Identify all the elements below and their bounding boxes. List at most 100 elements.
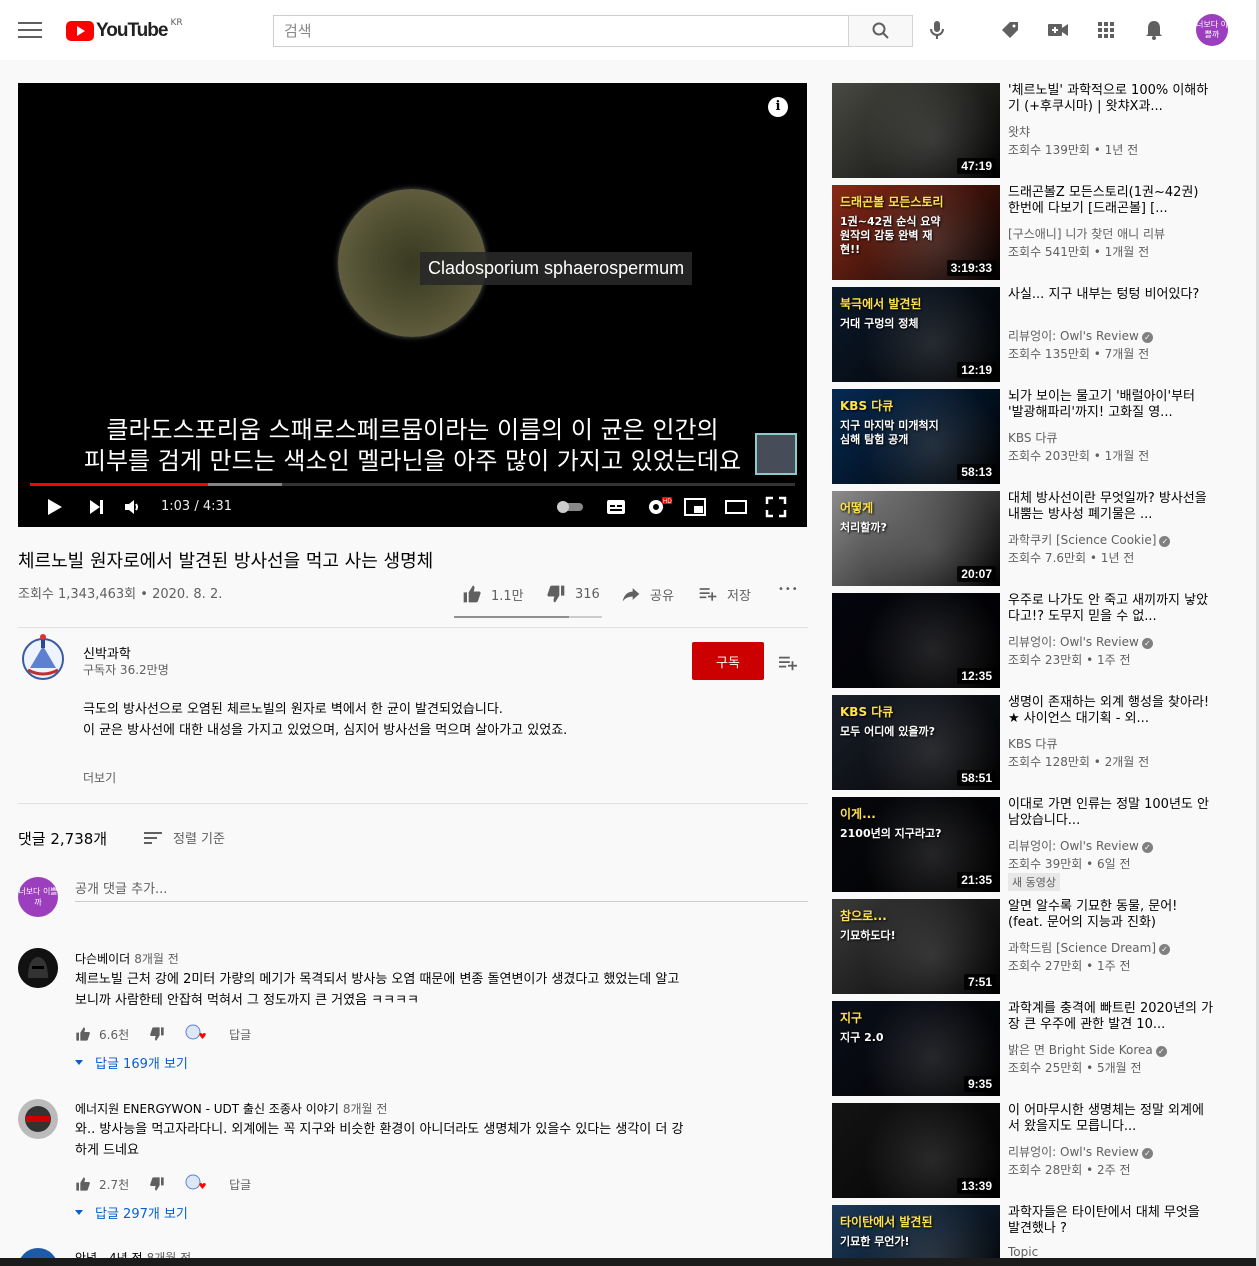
video-thumbnail[interactable]: KBS 다큐 모두 어디에 있을까? 58:51 [832, 695, 1000, 790]
recommended-video[interactable]: 13:39 이 어마무시한 생명체는 정말 외계에서 왔을지도 모릅니다... 리뷰… [832, 1103, 1242, 1198]
thumbnail-text: 지구 2.0 [840, 1031, 884, 1044]
video-thumbnail[interactable]: 참으로... 기묘하도다! 7:51 [832, 899, 1000, 994]
dislike-button[interactable]: 316 [545, 584, 600, 604]
comment-avatar[interactable] [18, 1099, 58, 1139]
recommended-video[interactable]: 12:35 우주로 나가도 안 죽고 새끼까지 낳았다고!? 도무지 믿을 수 없… [832, 593, 1242, 688]
recommended-video[interactable]: 북극에서 발견된 거대 구멍의 정체 12:19 사실... 지구 내부는 텅텅 비어… [832, 287, 1242, 382]
play-icon[interactable] [42, 495, 66, 519]
save-button[interactable]: 저장 [697, 584, 751, 604]
video-thumbnail[interactable]: 12:35 [832, 593, 1000, 688]
recommended-video[interactable]: 47:19 '체르노빌' 과학적으로 100% 이해하기 (+후쿠시마) | 왓챠… [832, 83, 1242, 178]
recommended-channel[interactable]: 왓챠 [1008, 123, 1030, 140]
next-icon[interactable] [84, 495, 108, 519]
recommended-video-title[interactable]: 뇌가 보이는 물고기 '배럴아이'부터 '발광해파리'까지! 고화질 영... [1008, 389, 1214, 421]
video-thumbnail[interactable]: 어떻게 처리할까? 20:07 [832, 491, 1000, 586]
thumbs-up-icon[interactable] [75, 1176, 91, 1192]
recommended-channel[interactable]: Topic [1008, 1245, 1038, 1259]
recommended-video[interactable]: 참으로... 기묘하도다! 7:51 알면 알수록 기묘한 동물, 문어! (feat… [832, 899, 1242, 994]
channel-avatar[interactable] [20, 632, 66, 682]
species-caption: Cladosporium sphaerospermum [420, 252, 693, 285]
recommended-video[interactable]: 타이탄에서 발견된 기묘한 무언가! 과학자들은 타이탄에서 대체 무엇을 발견했나… [832, 1205, 1242, 1266]
comment-author[interactable]: 에너지원 ENERGYWON - UDT 출신 조종사 이야기 8개월 전 [75, 1100, 387, 1117]
recommended-video[interactable]: KBS 다큐 지구 마지막 미개척지 심해 탐험 공개 58:13 뇌가 보이는 물고… [832, 389, 1242, 484]
recommended-video-title[interactable]: 이 어마무시한 생명체는 정말 외계에서 왔을지도 모릅니다... [1008, 1103, 1214, 1135]
menu-icon[interactable] [18, 19, 42, 41]
apps-grid-icon[interactable] [1094, 18, 1118, 42]
video-player[interactable]: Cladosporium sphaerospermum i 클라도스포리움 스패… [18, 83, 807, 527]
search-input[interactable] [274, 16, 849, 46]
settings-gear-icon[interactable]: HD [644, 495, 672, 519]
thumbs-down-icon[interactable] [149, 1026, 165, 1042]
recommended-video[interactable]: 어떻게 처리할까? 20:07 대체 방사선이란 무엇일까? 방사선을 내뿜는 방사성… [832, 491, 1242, 586]
tag-icon[interactable] [998, 18, 1022, 42]
miniplayer-icon[interactable] [683, 495, 707, 519]
sort-comments-button[interactable]: 정렬 기준 [143, 828, 225, 847]
recommended-video-title[interactable]: 사실... 지구 내부는 텅텅 비어있다? [1008, 287, 1214, 303]
reply-button[interactable]: 답글 [229, 1026, 251, 1043]
add-to-queue-icon[interactable] [777, 654, 799, 672]
recommended-video-title[interactable]: 이대로 가면 인류는 정말 100년도 안 남았습니다... [1008, 797, 1214, 829]
recommended-channel[interactable]: 리뷰엉이: Owl's Review ✓ [1008, 837, 1153, 854]
recommended-channel[interactable]: 과학드림 [Science Dream] ✓ [1008, 939, 1171, 956]
account-avatar[interactable]: 너보다 이쁠까 [1196, 14, 1228, 46]
comment-avatar[interactable] [18, 948, 58, 988]
recommended-channel[interactable]: 리뷰엉이: Owl's Review ✓ [1008, 327, 1153, 344]
show-more-link[interactable]: 더보기 [83, 769, 116, 786]
recommended-video-title[interactable]: 생명이 존재하는 외계 행성을 찾아라! ★ 사이언스 대기획 - 외... [1008, 695, 1214, 727]
microphone-icon[interactable] [925, 18, 949, 42]
recommended-video[interactable]: 지구 지구 2.0 9:35 과학계를 충격에 빠트린 2020년의 가장 큰 우주에… [832, 1001, 1242, 1096]
fullscreen-icon[interactable] [764, 495, 788, 519]
video-thumbnail[interactable]: KBS 다큐 지구 마지막 미개척지 심해 탐험 공개 58:13 [832, 389, 1000, 484]
autoplay-toggle-icon[interactable] [555, 495, 585, 519]
video-thumbnail[interactable]: 13:39 [832, 1103, 1000, 1198]
recommended-channel[interactable]: 밝은 면 Bright Side Korea ✓ [1008, 1041, 1167, 1058]
recommended-channel[interactable]: 리뷰엉이: Owl's Review ✓ [1008, 1143, 1153, 1160]
recommended-channel-name: 과학드림 [Science Dream] [1008, 941, 1157, 955]
bell-icon[interactable] [1142, 18, 1166, 42]
recommended-video[interactable]: 이게... 2100년의 지구라고? 21:35 이대로 가면 인류는 정말 100년… [832, 797, 1242, 892]
channel-name[interactable]: 신박과학 [83, 643, 131, 662]
video-thumbnail[interactable]: 드래곤볼 모든스토리 1권~42권 순식 요약 원작의 감동 완벽 재현!! 3:1… [832, 185, 1000, 280]
recommended-video-title[interactable]: 알면 알수록 기묘한 동물, 문어! (feat. 문어의 지능과 진화) [1008, 899, 1214, 931]
more-actions-icon[interactable]: ••• [778, 584, 799, 595]
recommended-channel[interactable]: [구스애니] 니가 찾던 애니 리뷰 [1008, 225, 1165, 242]
recommended-video-title[interactable]: 과학자들은 타이탄에서 대체 무엇을 발견했나 ? [1008, 1205, 1214, 1237]
recommended-video-title[interactable]: 과학계를 충격에 빠트린 2020년의 가장 큰 우주에 관한 발견 10... [1008, 1001, 1214, 1033]
video-thumbnail[interactable]: 지구 지구 2.0 9:35 [832, 1001, 1000, 1096]
reply-button[interactable]: 답글 [229, 1176, 251, 1193]
search-button[interactable] [848, 15, 913, 47]
recommended-video-title[interactable]: 대체 방사선이란 무엇일까? 방사선을 내뿜는 방사성 폐기물은 ... [1008, 491, 1214, 523]
thumbs-up-icon[interactable] [75, 1026, 91, 1042]
like-button[interactable]: 1.1만 [461, 584, 524, 604]
view-replies-button[interactable]: 답글 169개 보기 [75, 1053, 188, 1072]
comment-author[interactable]: 다슨베이더 8개월 전 [75, 950, 179, 967]
volume-icon[interactable] [121, 495, 145, 519]
recommended-video-title[interactable]: 드래곤볼Z 모든스토리(1권~42권) 한번에 다보기 [드래곤볼] [... [1008, 185, 1214, 217]
recommended-channel[interactable]: KBS 다큐 [1008, 735, 1057, 752]
video-title: 체르노빌 원자로에서 발견된 방사선을 먹고 사는 생명체 [18, 551, 434, 572]
recommended-video-title[interactable]: 우주로 나가도 안 죽고 새끼까지 낳았다고!? 도무지 믿을 수 없... [1008, 593, 1214, 625]
subscribe-button[interactable]: 구독 [692, 642, 764, 680]
recommended-video[interactable]: 드래곤볼 모든스토리 1권~42권 순식 요약 원작의 감동 완벽 재현!! 3:1… [832, 185, 1242, 280]
video-thumbnail[interactable]: 타이탄에서 발견된 기묘한 무언가! [832, 1205, 1000, 1266]
video-thumbnail[interactable]: 북극에서 발견된 거대 구멍의 정체 12:19 [832, 287, 1000, 382]
youtube-logo[interactable]: YouTube KR [66, 18, 183, 42]
theater-mode-icon[interactable] [724, 495, 748, 519]
recommended-video-title[interactable]: '체르노빌' 과학적으로 100% 이해하기 (+후쿠시마) | 왓챠X과... [1008, 83, 1214, 115]
recommended-channel[interactable]: 리뷰엉이: Owl's Review ✓ [1008, 633, 1153, 650]
info-icon[interactable]: i [768, 97, 788, 117]
svg-text:HD: HD [663, 499, 672, 505]
subtitles-icon[interactable] [604, 495, 628, 519]
recommended-channel[interactable]: KBS 다큐 [1008, 429, 1057, 446]
video-thumbnail[interactable]: 이게... 2100년의 지구라고? 21:35 [832, 797, 1000, 892]
share-button[interactable]: 공유 [620, 584, 674, 604]
video-camera-plus-icon[interactable] [1046, 18, 1070, 42]
view-replies-button[interactable]: 답글 297개 보기 [75, 1203, 188, 1222]
video-thumbnail[interactable]: 47:19 [832, 83, 1000, 178]
add-comment-input[interactable] [75, 877, 808, 902]
recommended-channel[interactable]: 과학쿠키 [Science Cookie] ✓ [1008, 531, 1171, 548]
channel-watermark[interactable] [755, 433, 797, 475]
recommended-video[interactable]: KBS 다큐 모두 어디에 있을까? 58:51 생명이 존재하는 외계 행성을 찾아… [832, 695, 1242, 790]
thumbs-down-icon[interactable] [149, 1176, 165, 1192]
thumbnail-text: 어떻게 [840, 501, 874, 515]
